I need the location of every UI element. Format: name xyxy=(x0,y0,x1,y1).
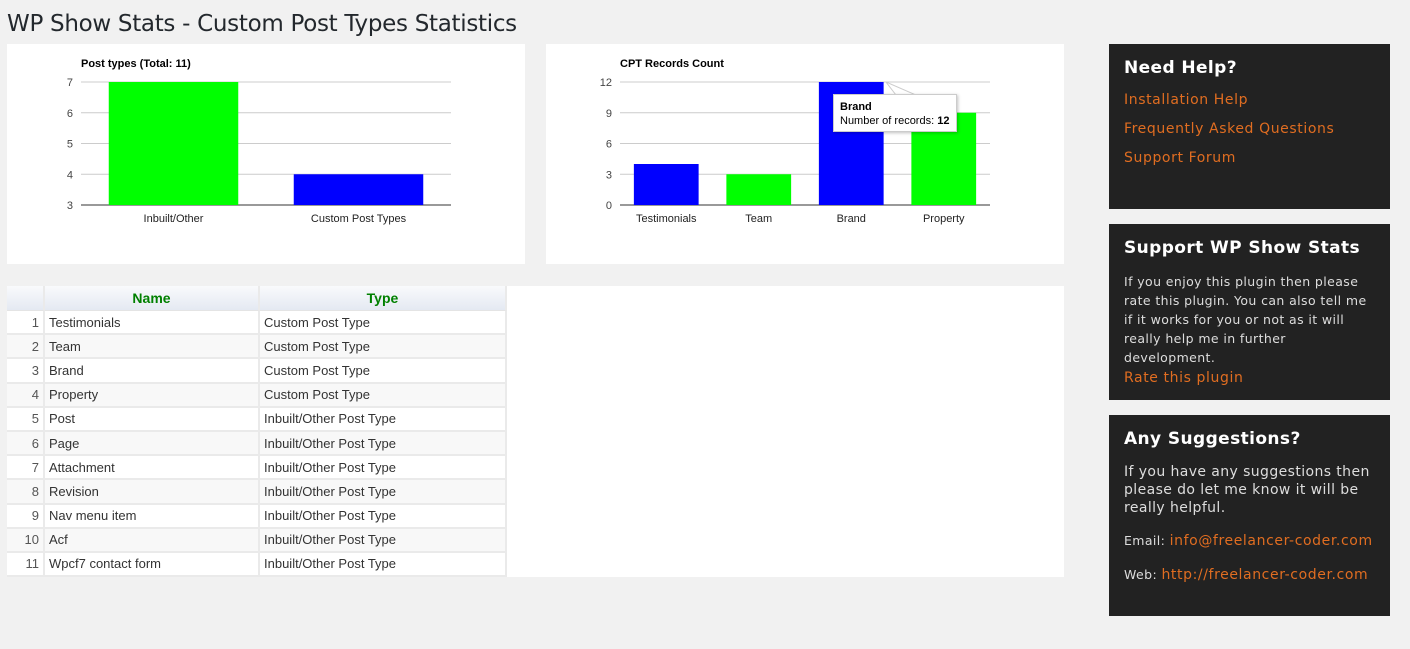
x-category-label: Property xyxy=(923,213,965,225)
row-type: Inbuilt/Other Post Type xyxy=(260,431,507,457)
x-category-label: Brand xyxy=(837,213,866,225)
need-help-widget: Need Help? Installation Help Frequently … xyxy=(1109,44,1390,209)
row-name: Wpcf7 contact form xyxy=(45,552,260,578)
tooltip-label: Number of records: xyxy=(840,115,935,127)
table-header-row: Name Type xyxy=(7,286,507,311)
suggestions-widget: Any Suggestions? If you have any suggest… xyxy=(1109,415,1390,616)
row-type: Custom Post Type xyxy=(260,383,507,408)
email-link[interactable]: info@freelancer-coder.com xyxy=(1170,533,1373,549)
row-type: Inbuilt/Other Post Type xyxy=(260,552,507,578)
row-name: Attachment xyxy=(45,456,260,481)
row-type: Inbuilt/Other Post Type xyxy=(260,528,507,553)
row-type: Inbuilt/Other Post Type xyxy=(260,480,507,505)
chart-title: Post types (Total: 11) xyxy=(81,58,191,70)
x-category-label: Testimonials xyxy=(636,213,697,225)
row-index: 7 xyxy=(7,456,45,481)
support-text: If you enjoy this plugin then please rat… xyxy=(1124,274,1367,365)
row-type: Custom Post Type xyxy=(260,359,507,384)
tooltip-title: Brand xyxy=(840,101,872,113)
x-category-label: Custom Post Types xyxy=(311,213,407,225)
y-tick-label: 9 xyxy=(606,108,612,120)
row-name: Post xyxy=(45,407,260,432)
row-type: Inbuilt/Other Post Type xyxy=(260,504,507,529)
row-index: 10 xyxy=(7,528,45,553)
installation-help-link[interactable]: Installation Help xyxy=(1124,92,1375,108)
table-row[interactable]: 10 Acf Inbuilt/Other Post Type xyxy=(7,528,507,553)
y-tick-label: 12 xyxy=(600,77,612,89)
widget-title: Need Help? xyxy=(1124,58,1237,78)
post-types-table-panel: Name Type 1 Testimonials Custom Post Type 2… xyxy=(7,286,1064,578)
column-header-type[interactable]: Type xyxy=(260,286,507,311)
row-index: 2 xyxy=(7,335,45,360)
chart-tooltip: Brand Number of records: 12 xyxy=(833,94,957,132)
bar-testimonials[interactable] xyxy=(633,164,699,205)
row-index: 6 xyxy=(7,431,45,457)
support-widget: Support WP Show Stats If you enjoy this … xyxy=(1109,224,1390,400)
row-name: Acf xyxy=(45,528,260,553)
table-row[interactable]: 7 Attachment Inbuilt/Other Post Type xyxy=(7,456,507,481)
bar-team[interactable] xyxy=(726,174,792,205)
y-tick-label: 6 xyxy=(606,139,612,151)
row-index: 1 xyxy=(7,311,45,336)
y-tick-label: 7 xyxy=(67,77,73,89)
rate-plugin-link[interactable]: Rate this plugin xyxy=(1124,370,1243,386)
row-type: Custom Post Type xyxy=(260,335,507,360)
cpt-records-chart: CPT Records Count 0 3 6 9 12 Testimonials Team… xyxy=(546,44,1064,264)
y-tick-label: 5 xyxy=(67,139,73,151)
email-label: Email: xyxy=(1124,533,1166,548)
widget-title: Support WP Show Stats xyxy=(1124,238,1361,258)
y-tick-label: 3 xyxy=(606,169,612,181)
table-row[interactable]: 4 Property Custom Post Type xyxy=(7,383,507,408)
table-row[interactable]: 8 Revision Inbuilt/Other Post Type xyxy=(7,480,507,505)
faq-link[interactable]: Frequently Asked Questions xyxy=(1124,121,1375,137)
page-title: WP Show Stats - Custom Post Types Statis… xyxy=(7,11,517,37)
row-name: Property xyxy=(45,383,260,408)
table-row[interactable]: 3 Brand Custom Post Type xyxy=(7,359,507,384)
bar-inbuilt-other[interactable] xyxy=(108,82,239,205)
row-name: Nav menu item xyxy=(45,504,260,529)
y-tick-label: 3 xyxy=(67,200,73,212)
y-tick-label: 0 xyxy=(606,200,612,212)
table-row[interactable]: 1 Testimonials Custom Post Type xyxy=(7,311,507,336)
row-name: Brand xyxy=(45,359,260,384)
table-row[interactable]: 2 Team Custom Post Type xyxy=(7,335,507,360)
post-types-chart-svg: Post types (Total: 11) 3 4 5 6 7 Inbuilt/Othe… xyxy=(67,58,451,225)
row-name: Team xyxy=(45,335,260,360)
bar-custom-post-types[interactable] xyxy=(293,174,424,205)
row-index: 5 xyxy=(7,407,45,432)
y-tick-label: 6 xyxy=(67,108,73,120)
column-header-index[interactable] xyxy=(7,286,45,311)
table-row[interactable]: 11 Wpcf7 contact form Inbuilt/Other Post T… xyxy=(7,552,507,578)
row-type: Custom Post Type xyxy=(260,311,507,336)
table-row[interactable]: 6 Page Inbuilt/Other Post Type xyxy=(7,431,507,457)
table-row[interactable]: 9 Nav menu item Inbuilt/Other Post Type xyxy=(7,504,507,529)
tooltip-value: 12 xyxy=(937,115,950,127)
row-type: Inbuilt/Other Post Type xyxy=(260,407,507,432)
row-name: Page xyxy=(45,431,260,457)
table-row[interactable]: 5 Post Inbuilt/Other Post Type xyxy=(7,407,507,432)
widget-title: Any Suggestions? xyxy=(1124,429,1301,449)
row-index: 4 xyxy=(7,383,45,408)
post-types-table: Name Type 1 Testimonials Custom Post Type 2… xyxy=(7,286,507,578)
post-types-chart: Post types (Total: 11) 3 4 5 6 7 Inbuilt/Othe… xyxy=(7,44,525,264)
row-index: 8 xyxy=(7,480,45,505)
y-tick-label: 4 xyxy=(67,169,73,181)
suggestions-text: If you have any suggestions then please … xyxy=(1124,464,1370,516)
x-category-label: Team xyxy=(745,213,772,225)
support-forum-link[interactable]: Support Forum xyxy=(1124,150,1375,166)
row-name: Testimonials xyxy=(45,311,260,336)
x-category-label: Inbuilt/Other xyxy=(144,213,204,225)
chart-title: CPT Records Count xyxy=(620,58,724,70)
row-index: 3 xyxy=(7,359,45,384)
column-header-name[interactable]: Name xyxy=(45,286,260,311)
cpt-records-chart-svg: CPT Records Count 0 3 6 9 12 Testimonials Team… xyxy=(600,58,990,225)
row-index: 9 xyxy=(7,504,45,529)
row-type: Inbuilt/Other Post Type xyxy=(260,456,507,481)
web-link[interactable]: http://freelancer-coder.com xyxy=(1161,567,1368,583)
row-index: 11 xyxy=(7,552,45,578)
row-name: Revision xyxy=(45,480,260,505)
web-label: Web: xyxy=(1124,567,1158,582)
